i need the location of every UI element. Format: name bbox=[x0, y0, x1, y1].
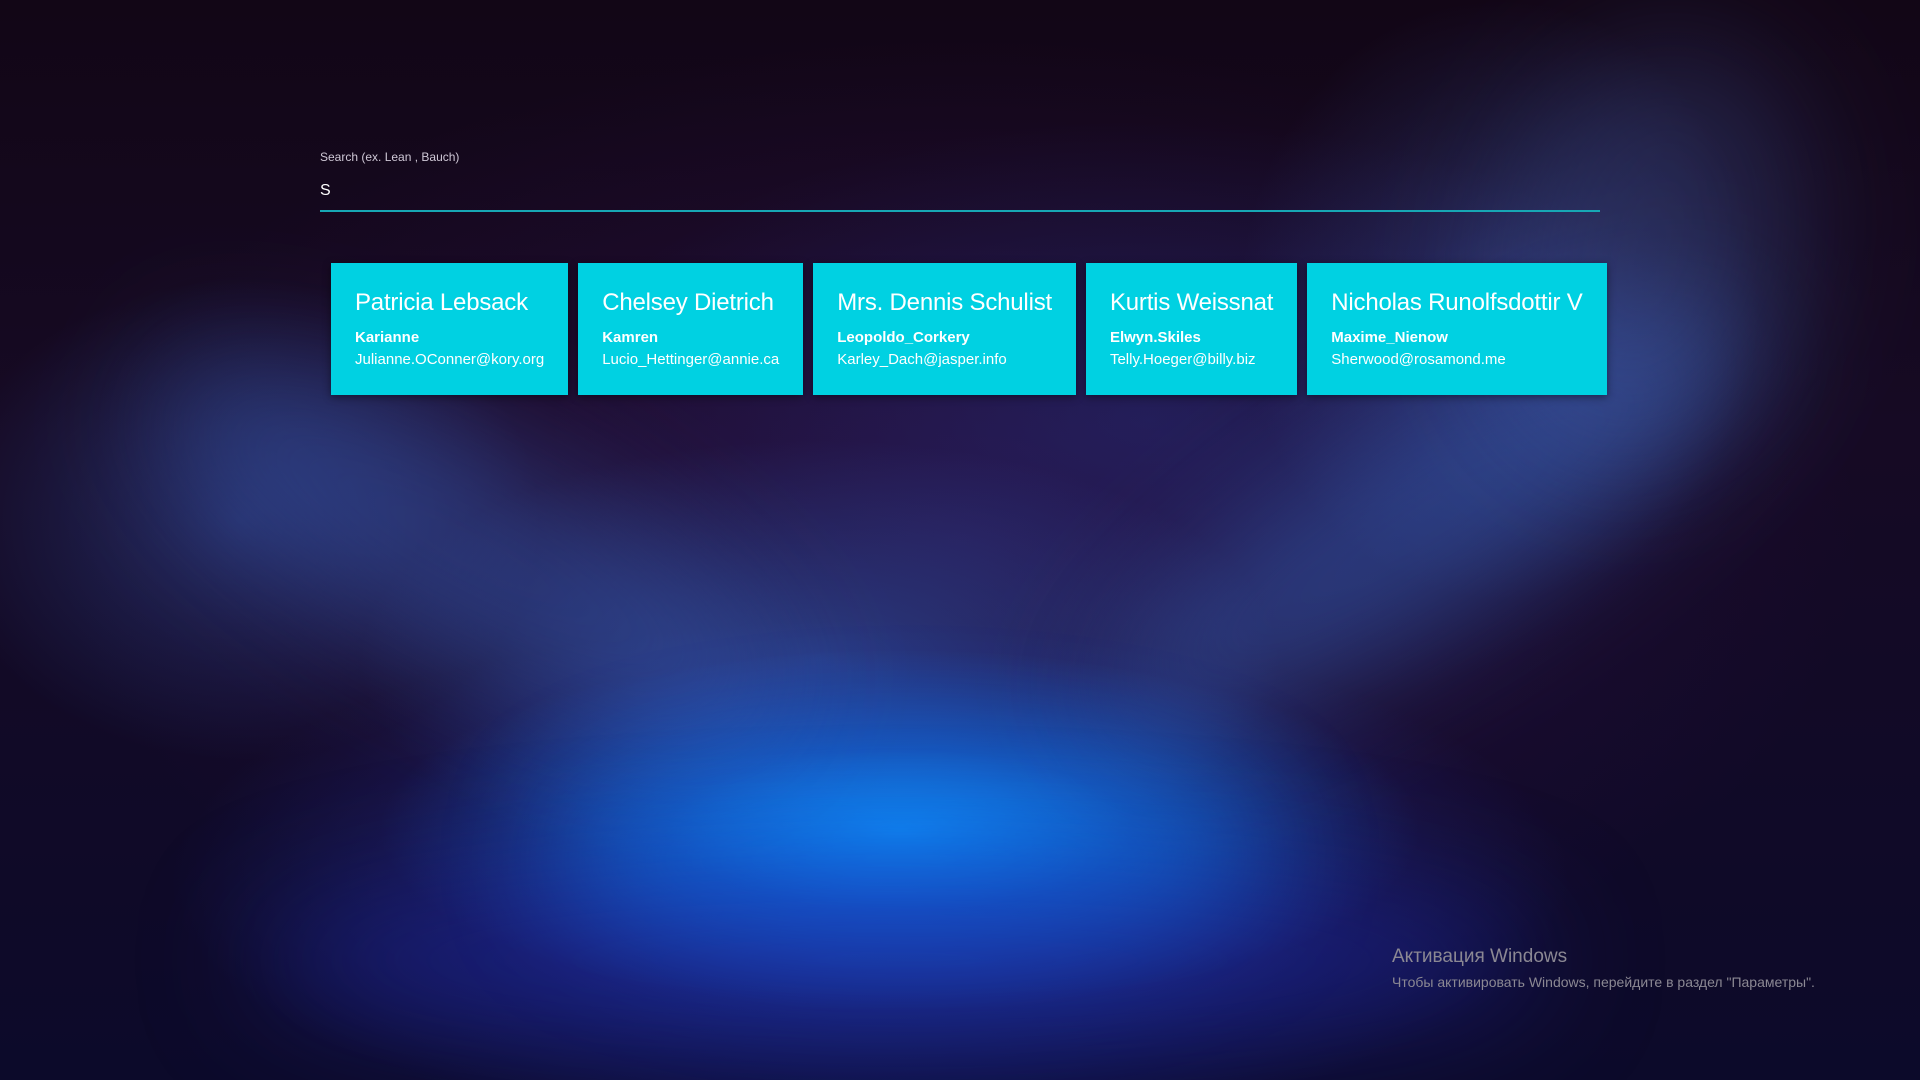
user-email: Sherwood@rosamond.me bbox=[1331, 351, 1506, 368]
user-username: Maxime_Nienow bbox=[1331, 329, 1448, 346]
user-username: Kamren bbox=[602, 329, 659, 346]
user-card[interactable]: Chelsey Dietrich Kamren Lucio_Hettinger@… bbox=[578, 263, 804, 395]
search-area: Search (ex. Lean , Bauch) bbox=[320, 150, 1600, 212]
windows-activation-watermark: Активация Windows Чтобы активировать Win… bbox=[1392, 946, 1815, 990]
user-name: Nicholas Runolfsdottir V bbox=[1331, 289, 1583, 316]
user-name: Patricia Lebsack bbox=[355, 289, 528, 316]
activation-text: Чтобы активировать Windows, перейдите в … bbox=[1392, 974, 1815, 990]
user-email: Telly.Hoeger@billy.biz bbox=[1109, 351, 1256, 368]
user-name: Kurtis Weissnat bbox=[1109, 289, 1274, 316]
user-name: Mrs. Dennis Schulist bbox=[837, 289, 1052, 316]
user-username: Leopoldo_Corkery bbox=[837, 329, 970, 346]
activation-title: Активация Windows bbox=[1392, 946, 1568, 967]
wallpaper-glow bbox=[250, 860, 1550, 1060]
user-email: Lucio_Hettinger@annie.ca bbox=[602, 351, 780, 368]
user-card[interactable]: Mrs. Dennis Schulist Leopoldo_Corkery Ka… bbox=[813, 263, 1076, 395]
user-name: Chelsey Dietrich bbox=[602, 289, 774, 316]
search-label: Search (ex. Lean , Bauch) bbox=[320, 150, 460, 164]
user-email: Karley_Dach@jasper.info bbox=[837, 351, 1007, 368]
search-input[interactable] bbox=[320, 180, 1600, 212]
user-email: Julianne.OConner@kory.org bbox=[355, 351, 545, 368]
user-card[interactable]: Patricia Lebsack Karianne Julianne.OConn… bbox=[331, 263, 569, 395]
user-username: Elwyn.Skiles bbox=[1109, 329, 1201, 346]
user-card[interactable]: Nicholas Runolfsdottir V Maxime_Nienow S… bbox=[1307, 263, 1607, 395]
user-card-list: Patricia Lebsack Karianne Julianne.OConn… bbox=[331, 263, 1607, 395]
user-card[interactable]: Kurtis Weissnat Elwyn.Skiles Telly.Hoege… bbox=[1085, 263, 1298, 395]
user-username: Karianne bbox=[355, 329, 420, 346]
